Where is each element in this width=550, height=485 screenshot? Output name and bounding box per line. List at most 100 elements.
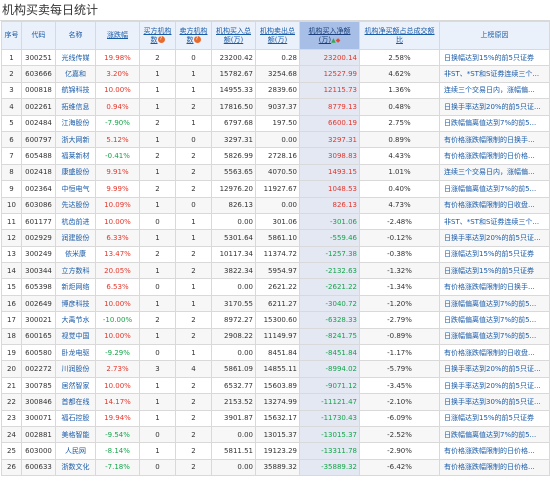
stock-name-link[interactable]: 福莱新材 (55, 147, 96, 165)
listing-reason-link[interactable]: 日跌幅偏离值达到7%的前5... (439, 425, 550, 444)
stock-name-link[interactable]: 光线传媒 (55, 48, 96, 67)
stock-name-link[interactable]: 润建股份 (55, 229, 96, 247)
table-row[interactable]: 19 600580 卧龙电驱 -9.29% 0 1 0.00 8451.84 -8451.84-… (1, 344, 550, 362)
stock-name-link[interactable]: 美格智能 (55, 425, 96, 444)
stock-name-link[interactable]: 人民网 (55, 442, 96, 460)
listing-reason-link[interactable]: 有价格涨跌幅限制的日收盘... (439, 196, 550, 214)
listing-reason-link[interactable]: 日跌幅偏离值达到7%的前5... (439, 114, 550, 132)
stock-code-link[interactable]: 600165 (21, 327, 56, 346)
listing-reason-link[interactable]: 有价格涨跌幅限制的日价格... (439, 442, 550, 460)
stock-code-link[interactable]: 002881 (21, 425, 56, 444)
table-row[interactable]: 21 300785 居然智家 10.00% 1 2 6532.77 15603.89 -9071… (1, 376, 550, 395)
stock-code-link[interactable]: 300344 (21, 262, 56, 280)
listing-reason-link[interactable]: 有价格涨跌幅限制的日收盘... (439, 344, 550, 362)
stock-code-link[interactable]: 300785 (21, 376, 56, 395)
stock-name-link[interactable]: 福石控股 (55, 409, 96, 427)
stock-name-link[interactable]: 居然智家 (55, 376, 96, 395)
header-sell-count-sort[interactable]: 卖方机构数? (175, 21, 212, 50)
stock-code-link[interactable]: 002272 (21, 360, 56, 378)
table-row[interactable]: 9 002364 中恒电气 9.99% 2 2 12976.20 11927.67 1048.5… (1, 180, 550, 198)
stock-code-link[interactable]: 300251 (21, 48, 56, 67)
listing-reason-link[interactable]: 日换手率达到20%的前5只证... (439, 229, 550, 247)
stock-name-link[interactable]: 航锦科技 (55, 81, 96, 100)
table-row[interactable]: 4 002261 拓维信息 0.94% 1 2 17816.50 9037.37 8779.13… (1, 98, 550, 116)
stock-name-link[interactable]: 江海股份 (55, 114, 96, 132)
stock-name-link[interactable]: 先达股份 (55, 196, 96, 214)
table-row[interactable]: 6 600797 浙大网新 5.12% 1 0 3297.31 0.00 3297.31 0.89… (1, 130, 550, 149)
stock-name-link[interactable]: 拓维信息 (55, 98, 96, 116)
stock-code-link[interactable]: 300249 (21, 245, 56, 264)
header-sell-amt-sort[interactable]: 机构卖出总额(万) (255, 21, 300, 50)
stock-code-link[interactable]: 300021 (21, 311, 56, 329)
stock-name-link[interactable]: 中恒电气 (55, 180, 96, 198)
stock-code-link[interactable]: 300071 (21, 409, 56, 427)
stock-name-link[interactable]: 视觉中国 (55, 327, 96, 346)
info-badge-icon[interactable]: ? (193, 35, 201, 43)
table-row[interactable]: 11 601177 杭齿前进 10.00% 0 1 0.00 301.06 -301.06 -2.… (1, 212, 550, 231)
stock-code-link[interactable]: 603000 (21, 442, 56, 460)
header-change-sort[interactable]: 涨跌幅 (95, 21, 140, 50)
stock-name-link[interactable]: 立方数科 (55, 262, 96, 280)
stock-code-link[interactable]: 002364 (21, 180, 56, 198)
stock-name-link[interactable]: 亿嘉和 (55, 65, 96, 83)
table-row[interactable]: 1 300251 光线传媒 19.98% 2 0 23200.42 0.28 23200.14 2… (1, 48, 550, 67)
table-row[interactable]: 15 605398 新炬网络 6.53% 0 1 0.00 2621.22 -2621.22 -1… (1, 278, 550, 296)
stock-code-link[interactable]: 605488 (21, 147, 56, 165)
header-buy-amt-sort[interactable]: 机构买入总额(万) (211, 21, 256, 50)
listing-reason-link[interactable]: 日换手率达到20%的前5只证... (439, 98, 550, 116)
listing-reason-link[interactable]: 有价格涨跌幅限制的日换手... (439, 278, 550, 296)
listing-reason-link[interactable]: 日换手率达到30%的前5只证... (439, 393, 550, 411)
table-row[interactable]: 13 300249 依米康 13.47% 2 2 10117.34 11374.72 -1257… (1, 245, 550, 264)
table-row[interactable]: 10 603086 先达股份 10.09% 1 0 826.13 0.00 826.13 4.73… (1, 196, 550, 214)
header-net-buy-sort[interactable]: 机构买入净额(万)▲◆ (299, 21, 360, 50)
stock-name-link[interactable]: 新炬网络 (55, 278, 96, 296)
listing-reason-link[interactable]: 日涨幅达到15%的前5只证券 (439, 409, 550, 427)
table-row[interactable]: 16 002649 博彦科技 10.00% 1 1 3170.55 6211.27 -3040.… (1, 294, 550, 313)
table-row[interactable]: 5 002484 江海股份 -7.90% 2 1 6797.68 197.50 6600.19 2… (1, 114, 550, 132)
table-row[interactable]: 20 002272 川润股份 2.73% 3 4 5861.09 14855.11 -8994.… (1, 360, 550, 378)
listing-reason-link[interactable]: 日涨幅达到15%的前5只证券 (439, 245, 550, 264)
table-row[interactable]: 7 605488 福莱新材 -0.41% 2 2 5826.99 2728.16 3098.83… (1, 147, 550, 165)
table-row[interactable]: 17 300021 大禹节水 -10.00% 2 2 8972.27 15300.60 -632… (1, 311, 550, 329)
header-buy-count-sort[interactable]: 买方机构数? (139, 21, 176, 50)
stock-code-link[interactable]: 002261 (21, 98, 56, 116)
listing-reason-link[interactable]: 有价格涨跌幅限制的日价格... (439, 147, 550, 165)
listing-reason-link[interactable]: 日涨幅达到15%的前5只证券 (439, 262, 550, 280)
listing-reason-link[interactable]: 非ST、*ST和S证券连续三个... (439, 65, 550, 83)
table-row[interactable]: 23 300071 福石控股 19.94% 1 2 3901.87 15632.17 -1173… (1, 409, 550, 427)
listing-reason-link[interactable]: 非ST、*ST和S证券连续三个... (439, 212, 550, 231)
stock-name-link[interactable]: 大禹节水 (55, 311, 96, 329)
table-row[interactable]: 3 000818 航锦科技 10.00% 1 1 14955.33 2839.60 12115.… (1, 81, 550, 100)
stock-name-link[interactable]: 浙大网新 (55, 130, 96, 149)
listing-reason-link[interactable]: 日涨幅偏离值达到7%的前5... (439, 294, 550, 313)
stock-code-link[interactable]: 000818 (21, 81, 56, 100)
listing-reason-link[interactable]: 日涨幅偏离值达到7%的前5... (439, 327, 550, 346)
stock-name-link[interactable]: 依米康 (55, 245, 96, 264)
table-row[interactable]: 22 300846 首都在线 14.17% 1 2 2153.52 13274.99 -1112… (1, 393, 550, 411)
stock-code-link[interactable]: 002649 (21, 294, 56, 313)
listing-reason-link[interactable]: 连续三个交易日内，涨幅偏... (439, 81, 550, 100)
table-row[interactable]: 12 002929 润建股份 6.33% 1 1 5301.64 5861.10 -559.46… (1, 229, 550, 247)
stock-code-link[interactable]: 300846 (21, 393, 56, 411)
stock-name-link[interactable]: 博彦科技 (55, 294, 96, 313)
table-row[interactable]: 8 002418 康盛股份 9.91% 1 2 5563.65 4070.50 1493.15 1… (1, 163, 550, 182)
stock-name-link[interactable]: 杭齿前进 (55, 212, 96, 231)
table-row[interactable]: 18 600165 视觉中国 10.00% 1 2 2908.22 11149.97 -8241… (1, 327, 550, 346)
listing-reason-link[interactable]: 日跌幅偏离值达到7%的前5... (439, 311, 550, 329)
header-ratio-sort[interactable]: 机构净买额占总成交额比 (359, 21, 440, 50)
stock-name-link[interactable]: 川润股份 (55, 360, 96, 378)
stock-name-link[interactable]: 卧龙电驱 (55, 344, 96, 362)
table-row[interactable]: 25 603000 人民网 -8.14% 1 2 5811.51 19123.29 -13311… (1, 442, 550, 460)
stock-name-link[interactable]: 首都在线 (55, 393, 96, 411)
stock-code-link[interactable]: 605398 (21, 278, 56, 296)
stock-code-link[interactable]: 002484 (21, 114, 56, 132)
stock-code-link[interactable]: 600797 (21, 130, 56, 149)
listing-reason-link[interactable]: 日换手率达到20%的前5只证... (439, 360, 550, 378)
stock-code-link[interactable]: 603666 (21, 65, 56, 83)
table-row[interactable]: 26 600633 浙数文化 -7.18% 0 2 0.00 35889.32 -35889.3… (1, 458, 550, 477)
stock-code-link[interactable]: 600580 (21, 344, 56, 362)
stock-code-link[interactable]: 603086 (21, 196, 56, 214)
stock-code-link[interactable]: 002929 (21, 229, 56, 247)
listing-reason-link[interactable]: 连续三个交易日内，涨幅偏... (439, 163, 550, 182)
stock-name-link[interactable]: 浙数文化 (55, 458, 96, 477)
